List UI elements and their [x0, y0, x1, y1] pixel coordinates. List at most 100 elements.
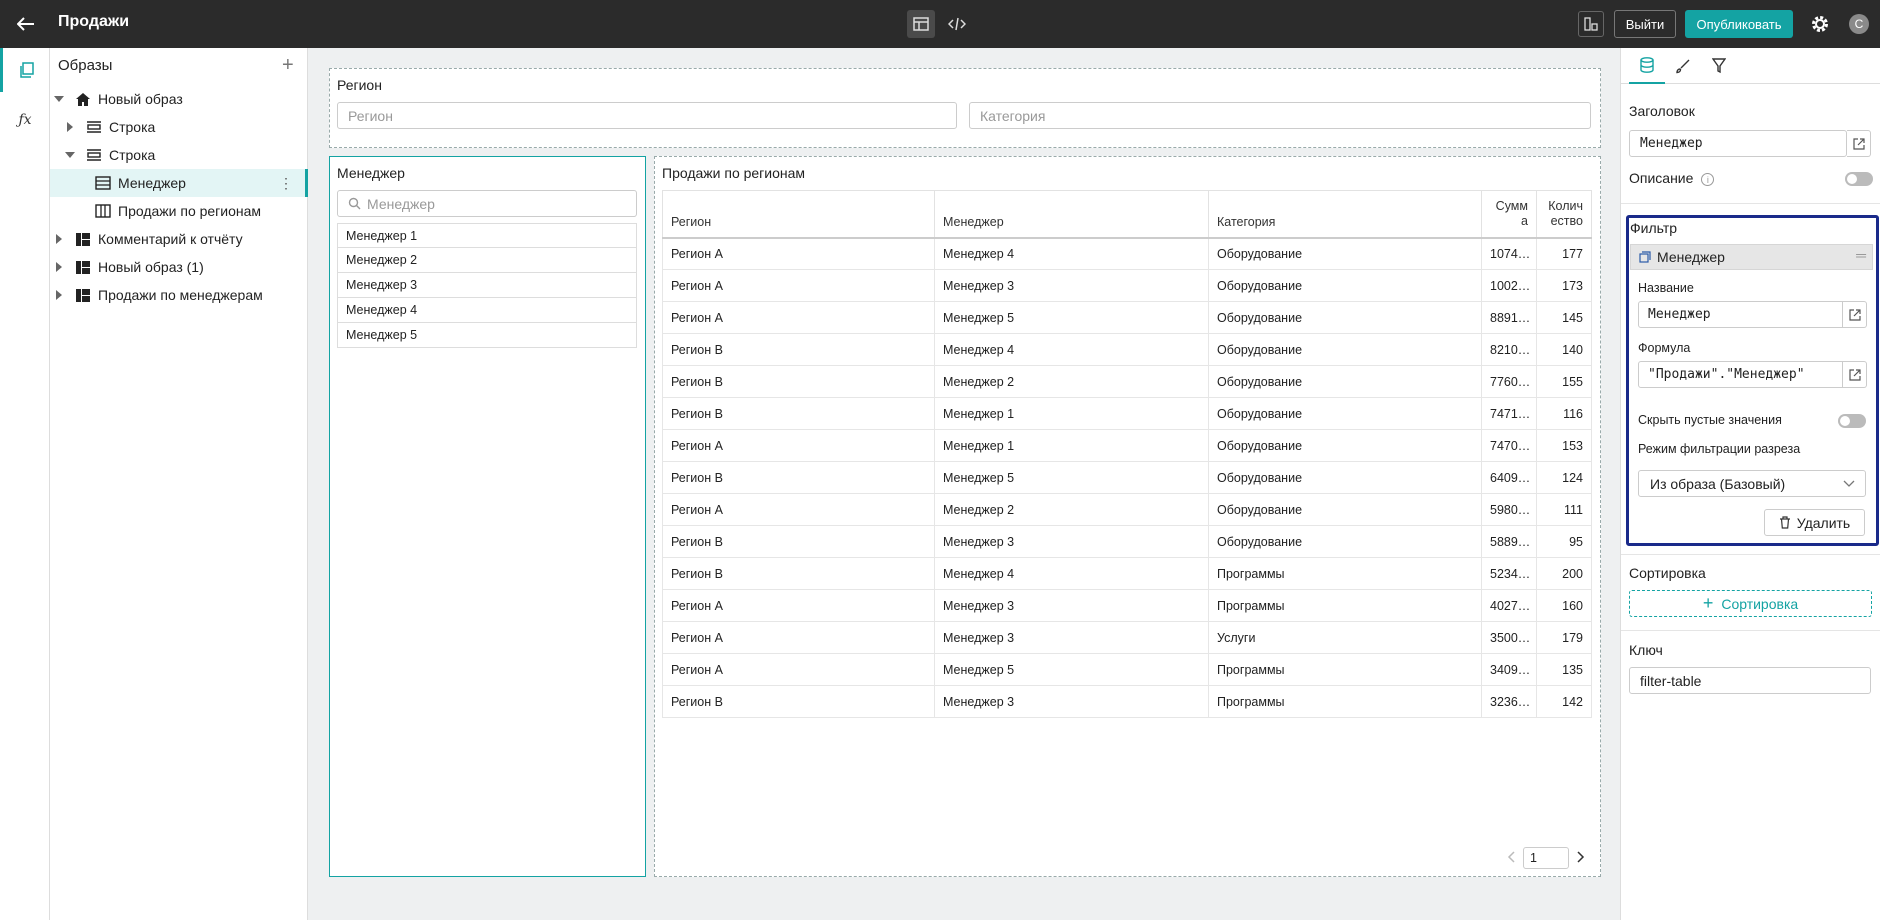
data-tab-icon[interactable] — [1629, 48, 1665, 84]
tree-item[interactable]: Комментарий к отчёту — [50, 225, 308, 253]
brush-tab-icon[interactable] — [1665, 48, 1701, 84]
filter-chip[interactable]: Менеджер ═ — [1630, 244, 1873, 270]
column-header[interactable]: Колич ество — [1536, 190, 1592, 239]
region-filter-block[interactable]: Регион Регион Категория — [329, 68, 1601, 148]
manager-search-input[interactable]: Менеджер — [337, 190, 637, 217]
delete-label: Удалить — [1796, 514, 1851, 531]
tree-item[interactable]: Строка — [50, 113, 308, 141]
layout-toggle-icon[interactable] — [1578, 11, 1604, 37]
key-field[interactable]: filter-table — [1629, 667, 1871, 694]
filter-mode-select[interactable]: Из образа (Базовый) — [1638, 470, 1866, 497]
table-cell: 5980… — [1481, 493, 1537, 526]
region-select[interactable]: Регион — [337, 102, 957, 129]
tree-item-label: Новый образ (1) — [98, 259, 204, 275]
tree-item[interactable]: Новый образ — [50, 85, 308, 113]
list-item[interactable]: Менеджер 2 — [337, 248, 637, 273]
caret-right-icon[interactable] — [54, 262, 64, 272]
table-cell: Регион B — [662, 333, 935, 366]
key-label: Ключ — [1629, 642, 1663, 658]
caret-right-icon[interactable] — [54, 234, 64, 244]
name-field[interactable]: Менеджер — [1638, 301, 1843, 328]
info-icon[interactable]: i — [1701, 172, 1715, 186]
add-sort-button[interactable]: + Сортировка — [1629, 590, 1872, 617]
open-editor-icon[interactable] — [1843, 361, 1867, 388]
tree-item[interactable]: Новый образ (1) — [50, 253, 308, 281]
table-row[interactable]: Регион A Менеджер 1 Оборудование 7470… 153 — [662, 429, 1592, 462]
table-cell: Менеджер 5 — [934, 461, 1209, 494]
category-select[interactable]: Категория — [969, 102, 1591, 129]
table-cell: 153 — [1536, 429, 1592, 462]
caret-right-icon[interactable] — [65, 122, 75, 132]
pagination: 1 — [1507, 847, 1585, 869]
delete-button[interactable]: Удалить — [1764, 509, 1865, 536]
add-icon[interactable]: + — [282, 54, 294, 77]
pages-icon[interactable] — [0, 48, 50, 92]
column-header[interactable]: Категория — [1208, 190, 1482, 239]
page-input[interactable]: 1 — [1523, 847, 1569, 869]
table-row[interactable]: Регион B Менеджер 4 Оборудование 8210… 140 — [662, 333, 1592, 366]
table-row[interactable]: Регион A Менеджер 2 Оборудование 5980… 111 — [662, 493, 1592, 526]
function-icon[interactable]: ƒx — [0, 98, 50, 142]
table-cell: Менеджер 3 — [934, 525, 1209, 558]
column-header[interactable]: Сумм а — [1481, 190, 1537, 239]
column-header[interactable]: Менеджер — [934, 190, 1209, 239]
table-cell: Регион A — [662, 653, 935, 686]
publish-button[interactable]: Опубликовать — [1685, 10, 1793, 38]
tree-item[interactable]: Продажи по менеджерам — [50, 281, 308, 309]
more-vertical-icon[interactable]: ⋮ — [279, 175, 293, 192]
table-row[interactable]: Регион A Менеджер 5 Программы 3409… 135 — [662, 653, 1592, 686]
table-row[interactable]: Регион B Менеджер 4 Программы 5234… 200 — [662, 557, 1592, 590]
tree-item[interactable]: Строка — [50, 141, 308, 169]
title-field[interactable]: Менеджер — [1629, 130, 1847, 157]
table-cell: 3236… — [1481, 685, 1537, 718]
table-cell: Регион B — [662, 557, 935, 590]
table-row[interactable]: Регион B Менеджер 3 Оборудование 5889… 95 — [662, 525, 1592, 558]
list-item[interactable]: Менеджер 4 — [337, 298, 637, 323]
table-cell: Менеджер 4 — [934, 557, 1209, 590]
table-cell: 4027… — [1481, 589, 1537, 622]
table-row[interactable]: Регион B Менеджер 1 Оборудование 7471… 116 — [662, 397, 1592, 430]
back-arrow-icon[interactable] — [14, 12, 38, 36]
chevron-right-icon[interactable] — [1577, 850, 1585, 866]
designer-mode-icon[interactable] — [907, 10, 935, 38]
caret-down-icon[interactable] — [65, 150, 75, 160]
report-icon — [74, 259, 92, 275]
hide-empty-toggle[interactable] — [1838, 414, 1866, 428]
table-cell: Программы — [1208, 557, 1482, 590]
table-row[interactable]: Регион B Менеджер 3 Программы 3236… 142 — [662, 685, 1592, 718]
table-cell: Менеджер 5 — [934, 301, 1209, 334]
table-cell: 7470… — [1481, 429, 1537, 462]
open-editor-icon[interactable] — [1843, 301, 1867, 328]
column-header[interactable]: Регион — [662, 190, 935, 239]
table-row[interactable]: Регион A Менеджер 4 Оборудование 1074… 177 — [662, 237, 1592, 270]
gear-icon[interactable] — [1808, 12, 1832, 36]
table-row[interactable]: Регион B Менеджер 5 Оборудование 6409… 124 — [662, 461, 1592, 494]
list-item[interactable]: Менеджер 5 — [337, 323, 637, 348]
list-item[interactable]: Менеджер 3 — [337, 273, 637, 298]
open-editor-icon[interactable] — [1847, 130, 1871, 157]
chevron-left-icon[interactable] — [1507, 850, 1515, 866]
exit-button[interactable]: Выйти — [1614, 10, 1676, 38]
tree-item[interactable]: Продажи по регионам — [50, 197, 308, 225]
caret-down-icon[interactable] — [54, 94, 64, 104]
caret-right-icon[interactable] — [54, 290, 64, 300]
table-cell: 111 — [1536, 493, 1592, 526]
avatar[interactable]: С — [1849, 14, 1869, 34]
name-label: Название — [1638, 281, 1694, 295]
tree-item-selected[interactable]: Менеджер ⋮ — [50, 169, 308, 197]
table-row[interactable]: Регион B Менеджер 2 Оборудование 7760… 155 — [662, 365, 1592, 398]
table-row[interactable]: Регион A Менеджер 5 Оборудование 8891… 145 — [662, 301, 1592, 334]
tree-item-label: Строка — [109, 119, 156, 135]
filter-tab-icon[interactable] — [1701, 48, 1737, 84]
table-row[interactable]: Регион A Менеджер 3 Оборудование 1002… 173 — [662, 269, 1592, 302]
description-toggle[interactable] — [1845, 172, 1873, 186]
table-row[interactable]: Регион A Менеджер 3 Программы 4027… 160 — [662, 589, 1592, 622]
code-mode-icon[interactable] — [943, 10, 971, 38]
manager-filter-block[interactable]: Менеджер Менеджер Менеджер 1 Менеджер 2 … — [329, 156, 646, 877]
table-row[interactable]: Регион A Менеджер 3 Услуги 3500… 179 — [662, 621, 1592, 654]
list-item[interactable]: Менеджер 1 — [337, 223, 637, 248]
sales-table-block[interactable]: Продажи по регионам Регион Менеджер Кате… — [654, 156, 1601, 877]
formula-field[interactable]: "Продажи"."Менеджер" — [1638, 361, 1843, 388]
drag-handle-icon[interactable]: ═ — [1856, 247, 1866, 263]
divider — [1621, 203, 1880, 204]
